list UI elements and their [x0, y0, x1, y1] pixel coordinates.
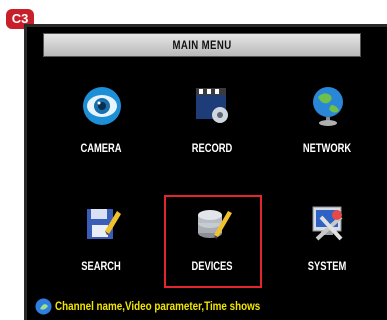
menu-item-record[interactable]: RECORD [164, 85, 260, 175]
menu-item-label: DEVICES [191, 259, 233, 273]
camera-icon [83, 87, 121, 125]
status-bar: Channel name,Video parameter,Time shows [33, 298, 387, 316]
dvr-screen: MAIN MENU CAMERA RECORD NETWORK SEARCH D… [24, 24, 387, 320]
menu-item-label: SYSTEM [307, 259, 347, 273]
menu-item-label: NETWORK [302, 141, 352, 155]
devices-icon [198, 210, 232, 239]
menu-item-devices[interactable]: DEVICES [164, 203, 260, 293]
menu-item-label: CAMERA [80, 141, 122, 155]
menu-item-label: RECORD [191, 141, 233, 155]
title-bar: MAIN MENU [43, 33, 361, 57]
page-title: MAIN MENU [172, 38, 232, 52]
status-text: Channel name,Video parameter,Time shows [55, 299, 261, 313]
menu-item-system[interactable]: SYSTEM [279, 203, 375, 293]
menu-item-camera[interactable]: CAMERA [53, 85, 149, 175]
menu-item-network[interactable]: NETWORK [279, 85, 375, 175]
search-icon [87, 209, 121, 239]
info-bulb-icon [35, 298, 52, 315]
network-globe-icon [313, 87, 343, 126]
menu-item-search[interactable]: SEARCH [53, 203, 149, 293]
record-icon [196, 88, 228, 123]
system-icon [312, 206, 343, 241]
menu-item-label: SEARCH [81, 259, 121, 273]
